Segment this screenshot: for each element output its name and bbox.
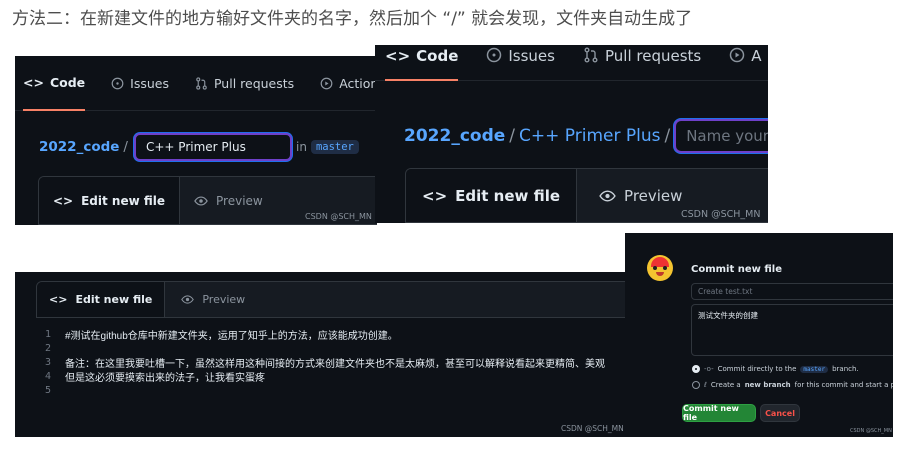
watermark: CSDN @SCH_MN: [561, 424, 624, 433]
watermark: CSDN @SCH_MN: [681, 209, 761, 220]
instruction-heading: 方法二：在新建文件的地方输好文件夹的名字，然后加个 “/” 就会发现，文件夹自动…: [12, 9, 693, 29]
branch-badge: master: [310, 140, 359, 154]
pull-request-icon: [583, 47, 599, 63]
play-icon: [320, 77, 333, 90]
commit-description-textarea[interactable]: 测试文件夹的创建: [691, 304, 893, 356]
screenshot-commit-dialog: Commit new file Create test.txt 测试文件夹的创建…: [625, 233, 893, 437]
code-icon: <>: [23, 74, 44, 90]
code-icon: <>: [385, 46, 411, 65]
cancel-button[interactable]: Cancel: [760, 404, 800, 422]
path-separator: /: [123, 139, 128, 155]
issue-icon: [486, 47, 502, 63]
eye-icon: [194, 195, 208, 206]
screenshot-new-file-after-slash: <> Code Issues Pull requests A 2022_code…: [375, 45, 768, 223]
breadcrumb: 2022_code / C++ Primer Plus / Name your …: [404, 119, 768, 153]
tab-edit-new-file[interactable]: <> Edit new file: [406, 169, 578, 222]
code-editor[interactable]: 1 #测试在github仓库中新建文件夹，运用了知乎上的方法，应该能成功创建。 2…: [15, 327, 627, 397]
code-line: 2: [44, 342, 51, 354]
in-label: in: [295, 140, 307, 154]
issue-icon: [111, 77, 124, 90]
screenshot-new-file-folder-typed: <> Code Issues Pull requests Actions 202…: [15, 56, 377, 225]
tab-pull-requests[interactable]: Pull requests: [195, 76, 294, 91]
code-line: 1 #测试在github仓库中新建文件夹，运用了知乎上的方法，应该能成功创建。: [44, 328, 398, 342]
tab-actions[interactable]: Actions: [320, 76, 377, 91]
filename-input[interactable]: C++ Primer Plus: [133, 133, 292, 161]
watermark: CSDN @SCH_MN: [305, 212, 372, 221]
tab-preview[interactable]: Preview: [180, 177, 277, 224]
tab-edit-new-file[interactable]: <> Edit new file: [37, 282, 166, 317]
tab-edit-new-file[interactable]: <> Edit new file: [39, 177, 181, 224]
code-line: 5: [44, 384, 51, 396]
code-line: 4 但是这必须要摸索出来的法子，让我看实蛋疼: [44, 370, 265, 384]
repo-link[interactable]: 2022_code: [404, 126, 505, 146]
radio-selected[interactable]: [692, 365, 700, 373]
pull-request-icon: ℓ: [704, 381, 707, 389]
tab-code[interactable]: <> Code: [385, 45, 459, 81]
folder-link[interactable]: C++ Primer Plus: [519, 126, 660, 146]
commit-option-direct[interactable]: -o- Commit directly to the master branch…: [692, 365, 859, 373]
repo-tabbar: <> Code Issues Pull requests A: [375, 45, 768, 81]
repo-link[interactable]: 2022_code: [39, 139, 119, 155]
code-line: 3 备注：在这里我要吐槽一下，虽然这样用这种间接的方式来创建文件夹也不是太麻烦，甚…: [44, 356, 605, 370]
eye-icon: [599, 190, 616, 202]
repo-tabbar: <> Code Issues Pull requests Actions: [15, 56, 377, 111]
commit-summary-input[interactable]: Create test.txt: [691, 283, 893, 300]
code-icon: <>: [422, 186, 448, 205]
commit-option-new-branch[interactable]: ℓ Create a new branch for this commit an…: [692, 381, 893, 389]
tab-code[interactable]: <> Code: [23, 56, 86, 111]
play-icon: [729, 47, 745, 63]
code-icon: <>: [49, 293, 68, 306]
screenshot-file-editor: <> Edit new file Preview 1 #测试在github仓库中新…: [15, 272, 627, 437]
tab-issues[interactable]: Issues: [486, 45, 555, 81]
watermark: CSDN @SCH_MN: [850, 428, 892, 434]
avatar: [647, 255, 673, 281]
eye-icon: [181, 295, 195, 304]
tab-preview[interactable]: Preview: [165, 282, 261, 317]
path-separator: /: [664, 126, 671, 146]
radio-unselected[interactable]: [692, 381, 700, 389]
commit-new-file-button[interactable]: Commit new file: [682, 404, 756, 422]
tab-issues[interactable]: Issues: [111, 76, 169, 91]
breadcrumb: 2022_code / C++ Primer Plus in master: [39, 133, 359, 161]
commit-title: Commit new file: [691, 264, 782, 275]
tab-actions[interactable]: A: [729, 45, 761, 81]
tab-pull-requests[interactable]: Pull requests: [583, 45, 701, 81]
path-separator: /: [509, 126, 516, 146]
filename-input[interactable]: Name your file...: [674, 119, 768, 153]
editor-tabs: <> Edit new file Preview: [36, 281, 627, 318]
commit-icon: -o-: [704, 365, 714, 373]
pull-request-icon: [195, 76, 208, 90]
code-icon: <>: [53, 193, 74, 208]
